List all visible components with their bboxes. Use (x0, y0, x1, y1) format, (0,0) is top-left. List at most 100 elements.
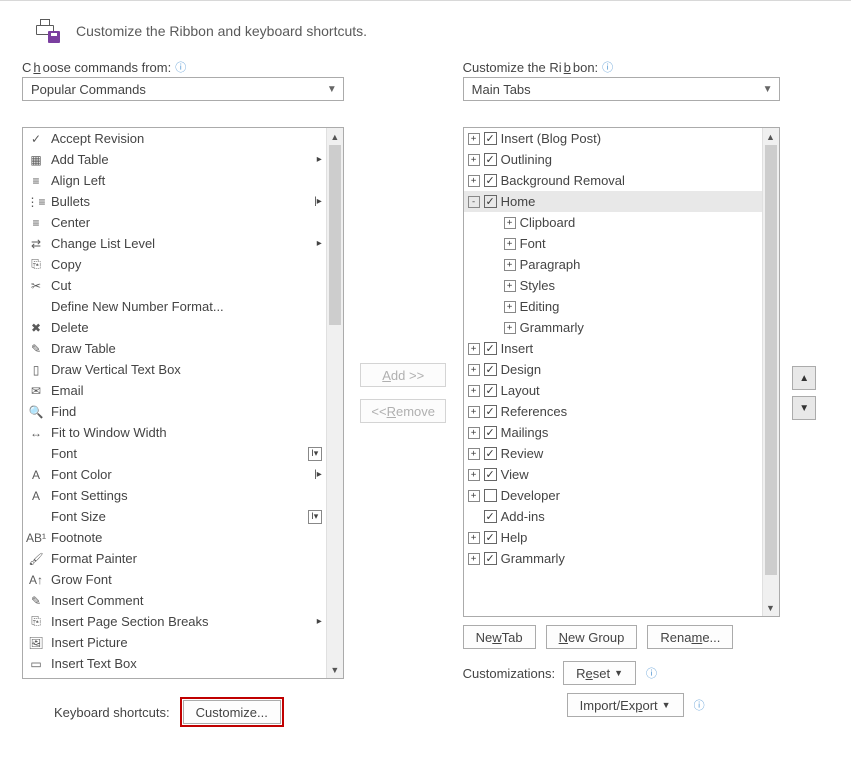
expand-icon[interactable]: + (468, 364, 480, 376)
tree-item[interactable]: +✓Layout (464, 380, 762, 401)
tree-item[interactable]: +✓Grammarly (464, 548, 762, 569)
tree-item[interactable]: +✓Mailings (464, 422, 762, 443)
command-item[interactable]: A↑Grow Font (23, 569, 326, 590)
tree-item[interactable]: +✓Help (464, 527, 762, 548)
tree-item[interactable]: +Font (464, 233, 762, 254)
command-item[interactable]: ⎘Copy (23, 254, 326, 275)
checkbox[interactable]: ✓ (484, 153, 497, 166)
expand-icon[interactable]: + (468, 490, 480, 502)
scrollbar[interactable]: ▲ ▼ (762, 128, 779, 616)
expand-icon[interactable]: + (468, 406, 480, 418)
ribbon-tree[interactable]: +✓Insert (Blog Post)+✓Outlining+✓Backgro… (463, 127, 780, 617)
scroll-up-icon[interactable]: ▲ (763, 128, 779, 145)
tree-item[interactable]: -✓Home (464, 191, 762, 212)
import-export-button[interactable]: Import/Export▼ (567, 693, 684, 717)
command-item[interactable]: ≡Align Left (23, 170, 326, 191)
new-tab-button[interactable]: New Tab (463, 625, 536, 649)
expand-icon[interactable]: + (468, 175, 480, 187)
info-icon[interactable]: ⓘ (646, 665, 657, 681)
remove-button[interactable]: << Remove (360, 399, 446, 423)
scroll-up-icon[interactable]: ▲ (327, 128, 343, 145)
customize-keyboard-button[interactable]: Customize... (183, 700, 281, 724)
move-down-button[interactable]: ▼ (792, 396, 816, 420)
tree-item[interactable]: +Developer (464, 485, 762, 506)
choose-commands-dropdown[interactable]: Popular Commands ▼ (22, 77, 344, 101)
checkbox[interactable]: ✓ (484, 132, 497, 145)
scrollbar[interactable]: ▲ ▼ (326, 128, 343, 678)
add-button[interactable]: Add >> (360, 363, 446, 387)
checkbox[interactable]: ✓ (484, 174, 497, 187)
rename-button[interactable]: Rename... (647, 625, 733, 649)
move-up-button[interactable]: ▲ (792, 366, 816, 390)
expand-icon[interactable]: + (504, 322, 516, 334)
expand-icon[interactable]: + (468, 385, 480, 397)
command-item[interactable]: 🔍Find (23, 401, 326, 422)
checkbox[interactable]: ✓ (484, 384, 497, 397)
command-item[interactable]: ↔Fit to Window Width (23, 422, 326, 443)
scroll-thumb[interactable] (329, 145, 341, 325)
reset-button[interactable]: Reset▼ (563, 661, 636, 685)
command-item[interactable]: Define New Number Format... (23, 296, 326, 317)
expand-icon[interactable]: + (468, 553, 480, 565)
command-item[interactable]: AFont Color|▸ (23, 464, 326, 485)
commands-listbox[interactable]: ✓Accept Revision▦Add Table▸≡Align Left⋮≡… (22, 127, 344, 679)
checkbox[interactable]: ✓ (484, 342, 497, 355)
tree-item[interactable]: +✓Outlining (464, 149, 762, 170)
checkbox[interactable]: ✓ (484, 552, 497, 565)
command-item[interactable]: 🖼Insert Picture (23, 632, 326, 653)
scroll-down-icon[interactable]: ▼ (327, 661, 343, 678)
collapse-icon[interactable]: - (468, 196, 480, 208)
tree-item[interactable]: +✓Insert (Blog Post) (464, 128, 762, 149)
command-item[interactable]: ✉Email (23, 380, 326, 401)
command-item[interactable]: ⇄Change List Level▸ (23, 233, 326, 254)
command-item[interactable]: FontI▾ (23, 443, 326, 464)
tree-item[interactable]: +✓Background Removal (464, 170, 762, 191)
info-icon[interactable]: ⓘ (694, 697, 705, 713)
command-item[interactable]: Font SizeI▾ (23, 506, 326, 527)
checkbox[interactable]: ✓ (484, 447, 497, 460)
tree-item[interactable]: +✓References (464, 401, 762, 422)
command-item[interactable]: ✖Delete (23, 317, 326, 338)
tree-item[interactable]: +Paragraph (464, 254, 762, 275)
expand-icon[interactable]: + (504, 238, 516, 250)
command-item[interactable]: ✂Cut (23, 275, 326, 296)
checkbox[interactable]: ✓ (484, 405, 497, 418)
tree-item[interactable]: +Editing (464, 296, 762, 317)
command-item[interactable]: AB¹Footnote (23, 527, 326, 548)
expand-icon[interactable]: + (468, 448, 480, 460)
command-item[interactable]: ✓Accept Revision (23, 128, 326, 149)
checkbox[interactable]: ✓ (484, 195, 497, 208)
command-item[interactable]: ⎘Insert Page Section Breaks▸ (23, 611, 326, 632)
tree-item[interactable]: +Styles (464, 275, 762, 296)
command-item[interactable]: ✎Insert Comment (23, 590, 326, 611)
expand-icon[interactable]: + (468, 133, 480, 145)
expand-icon[interactable]: + (504, 217, 516, 229)
info-icon[interactable]: ⓘ (602, 59, 613, 75)
expand-icon[interactable]: + (468, 427, 480, 439)
command-item[interactable]: ▯Draw Vertical Text Box (23, 359, 326, 380)
command-item[interactable]: ▭Insert Text Box (23, 653, 326, 674)
expand-icon[interactable]: + (468, 532, 480, 544)
new-group-button[interactable]: New Group (546, 625, 638, 649)
command-item[interactable]: AFont Settings (23, 485, 326, 506)
checkbox[interactable]: ✓ (484, 468, 497, 481)
command-item[interactable]: ≡Center (23, 212, 326, 233)
customize-ribbon-dropdown[interactable]: Main Tabs ▼ (463, 77, 780, 101)
tree-item[interactable]: +Clipboard (464, 212, 762, 233)
command-item[interactable]: 🖌Format Painter (23, 548, 326, 569)
expand-icon[interactable]: + (468, 154, 480, 166)
tree-item[interactable]: +✓Design (464, 359, 762, 380)
expand-icon[interactable]: + (468, 469, 480, 481)
expand-icon[interactable]: + (504, 259, 516, 271)
scroll-down-icon[interactable]: ▼ (763, 599, 779, 616)
tree-item[interactable]: +Grammarly (464, 317, 762, 338)
info-icon[interactable]: ⓘ (175, 59, 186, 75)
checkbox[interactable] (484, 489, 497, 502)
checkbox[interactable]: ✓ (484, 363, 497, 376)
scroll-thumb[interactable] (765, 145, 777, 575)
checkbox[interactable]: ✓ (484, 426, 497, 439)
tree-item[interactable]: +✓Review (464, 443, 762, 464)
expand-icon[interactable]: + (468, 343, 480, 355)
expand-icon[interactable]: + (504, 301, 516, 313)
tree-item[interactable]: ✓Add-ins (464, 506, 762, 527)
